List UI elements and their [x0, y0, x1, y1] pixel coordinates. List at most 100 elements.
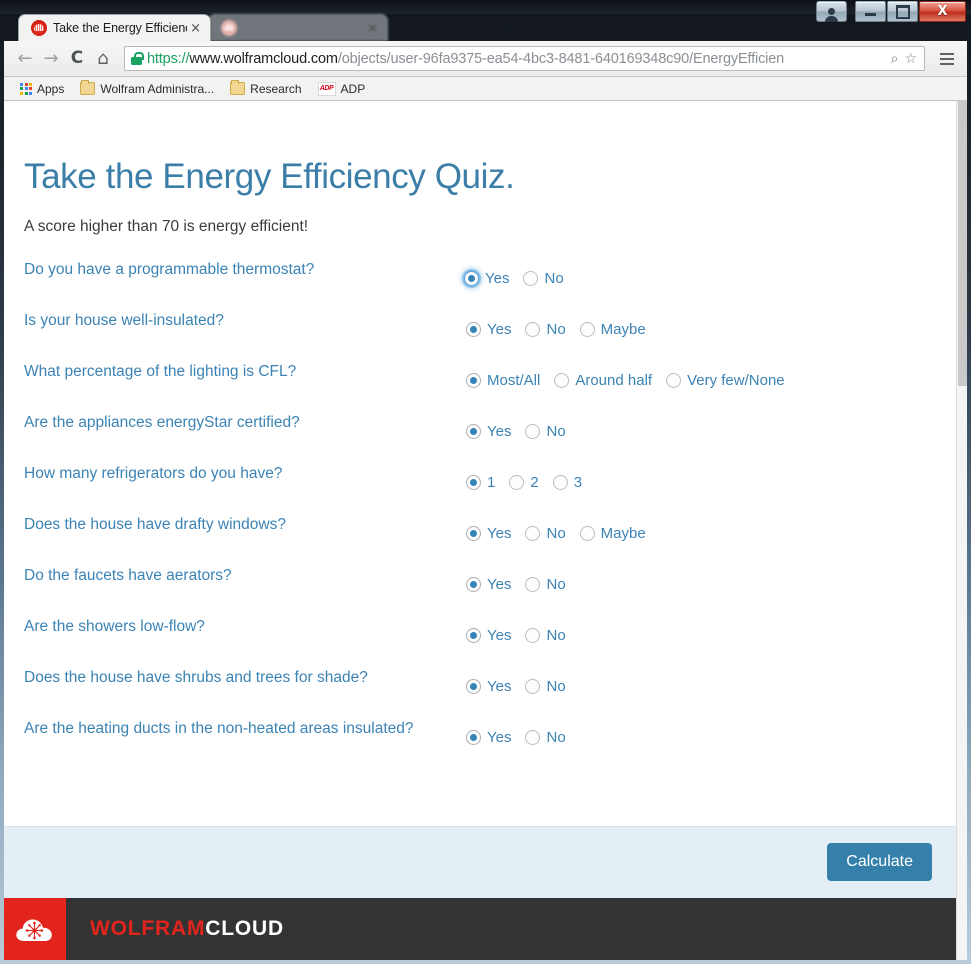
- radio-option[interactable]: Yes: [466, 626, 512, 644]
- radio-button[interactable]: [523, 270, 539, 286]
- page-scrollbar[interactable]: [956, 101, 967, 960]
- radio-button-selected[interactable]: [466, 321, 481, 337]
- radio-option[interactable]: 1: [466, 473, 496, 491]
- radio-button[interactable]: [579, 525, 595, 541]
- chrome-menu-button[interactable]: [935, 46, 959, 72]
- address-bar[interactable]: https://www.wolframcloud.com/objects/use…: [124, 46, 925, 71]
- adp-icon: ADP: [317, 81, 336, 96]
- radio-label: Most/All: [487, 371, 541, 389]
- radio-option[interactable]: No: [525, 677, 566, 695]
- question-row: What percentage of the lighting is CFL? M…: [24, 361, 956, 412]
- forward-button[interactable]: →: [38, 46, 64, 72]
- radio-option[interactable]: No: [523, 270, 564, 286]
- radio-option[interactable]: Yes: [466, 422, 512, 440]
- radio-option[interactable]: No: [525, 321, 566, 337]
- zoom-icon[interactable]: ⌕: [888, 51, 902, 67]
- radio-button[interactable]: [525, 576, 541, 592]
- url-scheme: https://: [147, 50, 190, 67]
- wolfram-cloud-logo: [4, 898, 66, 960]
- bookmark-research[interactable]: Research: [224, 80, 307, 98]
- radio-label: Yes: [487, 626, 512, 644]
- radio-button-selected[interactable]: [466, 474, 481, 490]
- radio-option[interactable]: Around half: [554, 371, 653, 389]
- radio-button-selected[interactable]: [466, 729, 481, 745]
- radio-button-selected[interactable]: [466, 627, 481, 643]
- brand-wolfram: WOLFRAM: [90, 917, 206, 940]
- radio-label: 1: [487, 473, 496, 491]
- question-label: Are the showers low-flow?: [24, 617, 205, 635]
- radio-option[interactable]: Yes: [466, 678, 511, 694]
- radio-button[interactable]: [525, 627, 541, 643]
- radio-button[interactable]: [525, 423, 541, 439]
- radio-label: Yes: [487, 422, 512, 440]
- radio-option[interactable]: Maybe: [579, 525, 646, 541]
- tab-close-icon[interactable]: ×: [364, 22, 381, 35]
- radio-button-selected[interactable]: [466, 576, 481, 592]
- bookmark-apps[interactable]: Apps: [14, 80, 70, 98]
- radio-button[interactable]: [509, 474, 525, 490]
- footer-brand: WOLFRAMCLOUD: [90, 917, 284, 941]
- radio-label: No: [546, 575, 566, 593]
- radio-label: No: [546, 677, 566, 695]
- action-bar: Calculate: [4, 826, 956, 898]
- radio-button[interactable]: [554, 372, 570, 388]
- radio-label: No: [546, 626, 566, 644]
- url-text: https://www.wolframcloud.com/objects/use…: [147, 51, 888, 67]
- radio-button[interactable]: [579, 321, 595, 337]
- radio-option[interactable]: 3: [552, 474, 582, 490]
- radio-option[interactable]: No: [525, 525, 566, 541]
- radio-option[interactable]: Most/All: [466, 371, 541, 389]
- radio-label: Very few/None: [687, 371, 785, 389]
- radio-label: Yes: [487, 320, 512, 338]
- tab-close-icon[interactable]: ×: [187, 22, 204, 35]
- radio-option[interactable]: Very few/None: [666, 371, 785, 389]
- radio-option[interactable]: Yes: [464, 269, 510, 287]
- radio-option[interactable]: Yes: [466, 320, 512, 338]
- radio-button-selected[interactable]: [464, 270, 479, 286]
- radio-option[interactable]: No: [525, 728, 566, 746]
- radio-group: 1 2 3: [466, 473, 596, 491]
- back-button[interactable]: ←: [12, 46, 38, 72]
- radio-label: Yes: [485, 269, 510, 287]
- radio-button-selected[interactable]: [466, 525, 481, 541]
- reload-button[interactable]: C: [64, 46, 90, 72]
- bookmark-star-icon[interactable]: ☆: [901, 51, 920, 67]
- cloud-icon: [16, 919, 52, 941]
- radio-option[interactable]: No: [525, 423, 566, 439]
- radio-label: 2: [530, 473, 539, 491]
- bookmark-label: Wolfram Administra...: [100, 81, 215, 96]
- secure-lock-icon: [131, 52, 144, 65]
- radio-button[interactable]: [525, 321, 541, 337]
- tab-active[interactable]: Take the Energy Efficiency ×: [18, 14, 211, 41]
- tab-inactive[interactable]: ×: [208, 14, 388, 41]
- radio-label: Maybe: [600, 320, 646, 338]
- page-footer: WOLFRAMCLOUD: [4, 898, 956, 960]
- radio-label: No: [546, 728, 566, 746]
- radio-option[interactable]: Maybe: [579, 320, 646, 338]
- radio-label: Around half: [575, 371, 653, 389]
- radio-option[interactable]: No: [525, 575, 566, 593]
- home-button[interactable]: ⌂: [90, 46, 116, 72]
- radio-button[interactable]: [525, 678, 541, 694]
- radio-button[interactable]: [525, 525, 541, 541]
- radio-option[interactable]: Yes: [466, 729, 511, 745]
- radio-button-selected[interactable]: [466, 372, 481, 388]
- radio-button[interactable]: [525, 729, 541, 745]
- radio-option[interactable]: Yes: [466, 576, 511, 592]
- scrollbar-thumb[interactable]: [958, 101, 967, 386]
- radio-option[interactable]: 2: [509, 473, 539, 491]
- bookmark-adp[interactable]: ADP ADP: [312, 80, 372, 98]
- bookmark-label: Apps: [37, 81, 65, 96]
- radio-button[interactable]: [666, 372, 682, 388]
- question-row: How many refrigerators do you have? 1 2 3: [24, 463, 956, 514]
- question-label: Do you have a programmable thermostat?: [24, 260, 315, 278]
- radio-button-selected[interactable]: [466, 423, 481, 439]
- radio-button-selected[interactable]: [466, 678, 481, 694]
- radio-option[interactable]: Yes: [466, 525, 511, 541]
- radio-button[interactable]: [552, 474, 568, 490]
- question-label: How many refrigerators do you have?: [24, 464, 283, 482]
- question-row: Does the house have drafty windows? Yes No…: [24, 514, 956, 565]
- calculate-button[interactable]: Calculate: [827, 843, 932, 881]
- bookmark-wolfram-administration[interactable]: Wolfram Administra...: [74, 80, 220, 98]
- radio-option[interactable]: No: [525, 626, 566, 644]
